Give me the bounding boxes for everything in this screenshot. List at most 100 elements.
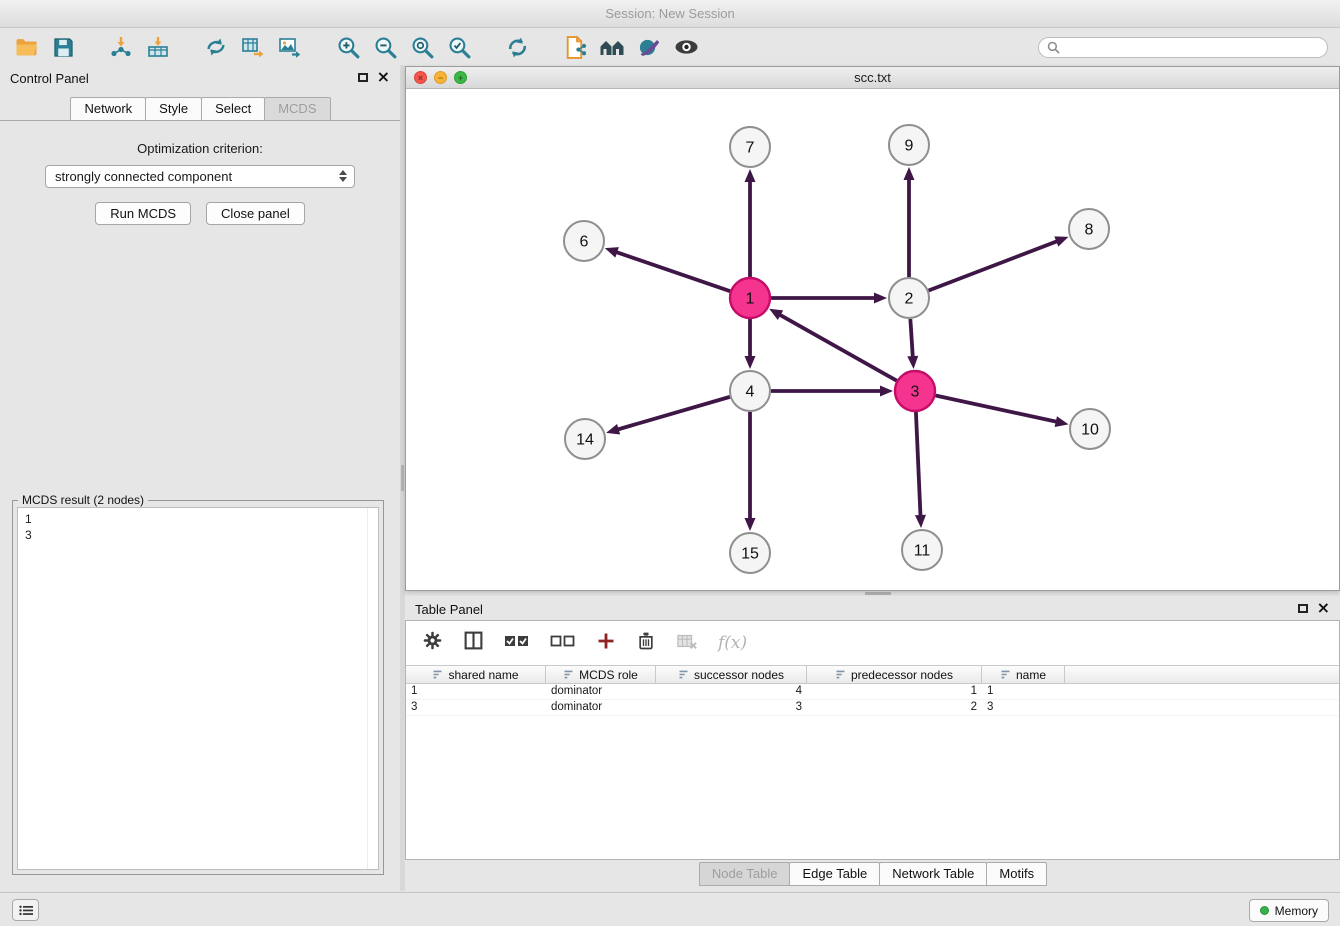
import-network-button[interactable] [105, 32, 137, 62]
zoom-fit-button[interactable] [406, 32, 438, 62]
table-cell: dominator [546, 684, 656, 699]
import-network-icon [109, 35, 133, 59]
zoom-in-button[interactable] [332, 32, 364, 62]
graph-node-label: 15 [741, 546, 759, 563]
apply-style-button[interactable] [633, 32, 665, 62]
gear-icon [422, 630, 443, 651]
table-cell: 1 [406, 684, 546, 699]
graph-edge-2-3[interactable] [910, 319, 912, 357]
graph-edge-3-1[interactable] [780, 315, 897, 381]
export-image-button[interactable] [274, 32, 306, 62]
graph-node-label: 7 [746, 140, 755, 157]
close-window-icon[interactable]: × [414, 71, 427, 84]
table-panel-title: Table Panel [415, 602, 483, 617]
tab-style[interactable]: Style [145, 97, 202, 120]
import-table-icon [146, 35, 170, 59]
column-header-predecessor-nodes[interactable]: predecessor nodes [807, 666, 982, 683]
tab-select[interactable]: Select [201, 97, 265, 120]
network-canvas[interactable]: 7968124314101511 [406, 89, 1339, 590]
node-table-rows: 1dominator4113dominator323 [406, 684, 1339, 716]
close-panel-button[interactable]: Close panel [206, 202, 305, 225]
close-table-panel-icon[interactable]: × [1317, 602, 1330, 614]
function-builder-button[interactable]: f(x) [718, 633, 747, 653]
graph-edge-4-14[interactable] [618, 397, 730, 430]
status-bar: Memory [0, 892, 1340, 926]
add-column-button[interactable] [596, 631, 616, 656]
float-table-panel-icon[interactable] [1298, 604, 1308, 613]
delete-icon [636, 631, 656, 651]
window-title: Session: New Session [605, 6, 734, 21]
table-toolbar: f(x) [406, 621, 1339, 665]
tab-network[interactable]: Network [70, 97, 146, 120]
graph-node-label: 4 [746, 384, 755, 401]
status-menu-button[interactable] [12, 899, 39, 921]
toolbar-search [1038, 37, 1328, 58]
sort-icon [432, 669, 443, 680]
table-tabs: Node TableEdge TableNetwork TableMotifs [405, 860, 1340, 890]
graph-node-label: 2 [905, 291, 914, 308]
graph-edge-3-10[interactable] [936, 395, 1057, 421]
home-button[interactable] [596, 32, 628, 62]
save-session-button[interactable] [47, 32, 79, 62]
column-header-MCDS-role[interactable]: MCDS role [546, 666, 656, 683]
search-input[interactable] [1038, 37, 1328, 58]
run-mcds-button[interactable]: Run MCDS [95, 202, 191, 225]
column-header-name[interactable]: name [982, 666, 1065, 683]
graph-node-label: 3 [911, 384, 920, 401]
sort-icon [835, 669, 846, 680]
column-header-successor-nodes[interactable]: successor nodes [656, 666, 807, 683]
dropdown-value: strongly connected component [55, 169, 232, 184]
tab-edge-table[interactable]: Edge Table [789, 862, 880, 886]
graph-edge-arrowhead [1054, 236, 1068, 246]
export-table-button[interactable] [237, 32, 269, 62]
delete-table-button[interactable] [676, 631, 698, 656]
table-row[interactable]: 3dominator323 [406, 700, 1339, 716]
tab-mcds[interactable]: MCDS [264, 97, 330, 120]
tab-motifs[interactable]: Motifs [986, 862, 1047, 886]
table-row[interactable]: 1dominator411 [406, 684, 1339, 700]
column-header-shared-name[interactable]: shared name [406, 666, 546, 683]
select-all-icon [504, 633, 530, 649]
graph-edge-arrowhead [904, 167, 915, 180]
open-folder-icon [14, 35, 39, 59]
show-details-button[interactable] [670, 32, 702, 62]
node-table-header: shared nameMCDS rolesuccessor nodesprede… [406, 665, 1339, 684]
optimization-label: Optimization criterion: [0, 141, 400, 156]
zoom-selected-button[interactable] [443, 32, 475, 62]
export-network-icon [204, 35, 228, 59]
document-network-button[interactable] [559, 32, 591, 62]
document-network-icon [563, 35, 588, 60]
tab-network-table[interactable]: Network Table [879, 862, 987, 886]
tab-node-table[interactable]: Node Table [699, 862, 791, 886]
import-table-button[interactable] [142, 32, 174, 62]
export-network-button[interactable] [200, 32, 232, 62]
table-cell: 3 [406, 700, 546, 715]
table-cell: 1 [807, 684, 982, 699]
mcds-result-list: 13 [17, 507, 379, 870]
scrollbar-track[interactable] [367, 508, 368, 869]
deselect-all-columns-button[interactable] [550, 633, 576, 654]
maximize-window-icon[interactable]: + [454, 71, 467, 84]
graph-edge-1-6[interactable] [616, 252, 730, 291]
close-panel-icon[interactable]: × [377, 71, 390, 83]
graph-edge-arrowhead [745, 518, 756, 531]
graph-edge-3-11[interactable] [916, 412, 921, 516]
apply-style-icon [637, 35, 661, 59]
minimize-window-icon[interactable]: − [434, 71, 447, 84]
table-settings-button[interactable] [422, 630, 443, 656]
table-cell: 3 [656, 700, 807, 715]
delete-column-button[interactable] [636, 631, 656, 656]
memory-button[interactable]: Memory [1249, 899, 1329, 922]
zoom-out-button[interactable] [369, 32, 401, 62]
show-columns-button[interactable] [463, 630, 484, 656]
refresh-layout-button[interactable] [501, 32, 533, 62]
optimization-dropdown[interactable]: strongly connected component [45, 165, 355, 188]
float-panel-icon[interactable] [358, 73, 368, 82]
graph-edge-2-8[interactable] [929, 241, 1058, 290]
select-all-columns-button[interactable] [504, 633, 530, 654]
open-session-button[interactable] [10, 32, 42, 62]
graph-edge-arrowhead [1055, 416, 1069, 427]
graph-node-label: 1 [746, 291, 755, 308]
graph-edge-arrowhead [745, 169, 756, 182]
network-window-titlebar[interactable]: × − + scc.txt [406, 67, 1339, 89]
